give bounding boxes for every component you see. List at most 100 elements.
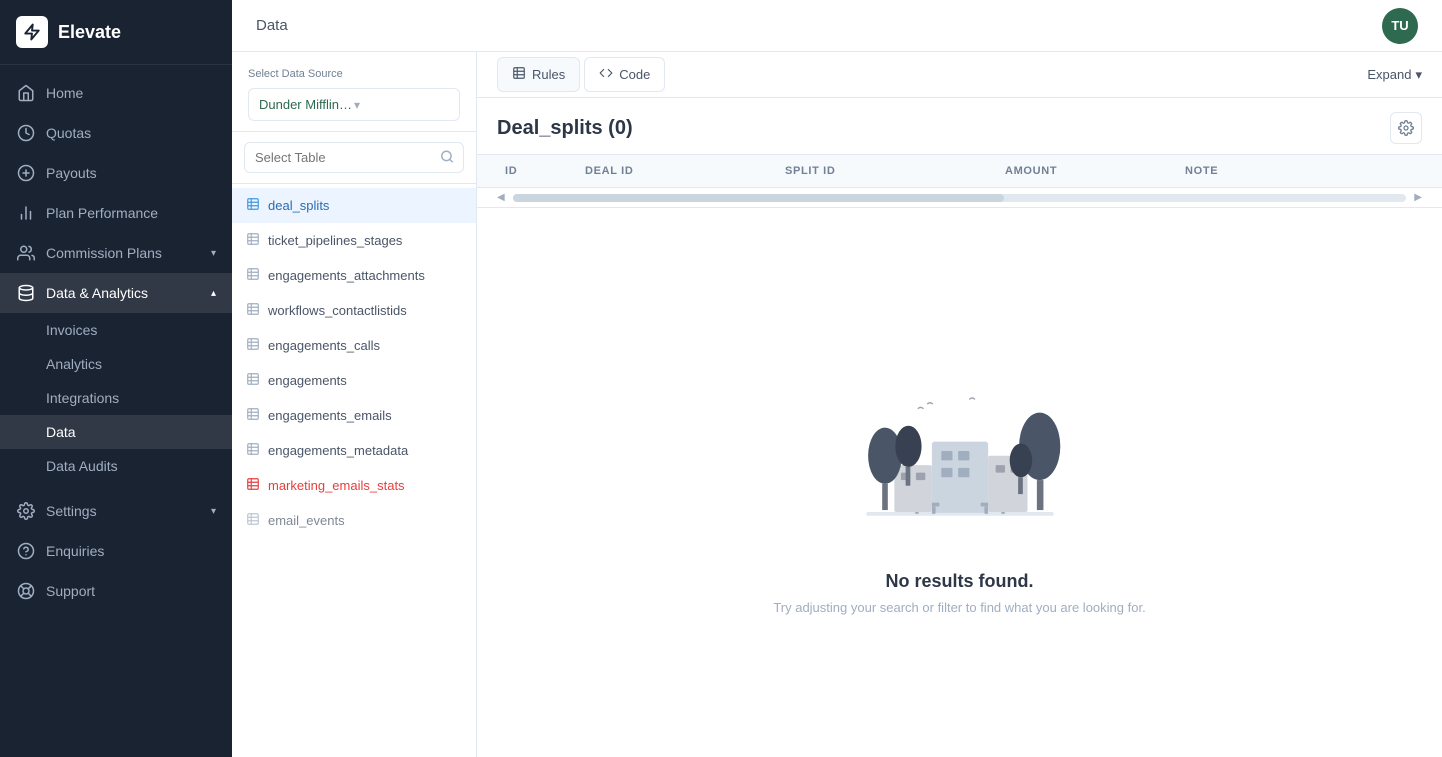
sidebar-nav: Home Quotas Payouts Plan Performance <box>0 65 232 757</box>
table-item-engagements-attachments[interactable]: engagements_attachments <box>232 258 476 293</box>
table-icon <box>246 442 260 459</box>
datasource-select[interactable]: Dunder Mifflin Paper company Hubs... ▾ <box>248 88 460 121</box>
user-avatar[interactable]: TU <box>1382 8 1418 44</box>
table-icon <box>246 372 260 389</box>
left-panel: Select Data Source Dunder Mifflin Paper … <box>232 52 477 757</box>
sidebar-item-label: Payouts <box>46 165 97 181</box>
table-search-input[interactable] <box>244 142 464 173</box>
sidebar-item-enquiries[interactable]: Enquiries <box>0 531 232 571</box>
tab-label: Code <box>619 67 650 82</box>
sidebar-item-payouts[interactable]: Payouts <box>0 153 232 193</box>
table-item-workflows[interactable]: workflows_contactlistids <box>232 293 476 328</box>
empty-state-title: No results found. <box>886 571 1034 592</box>
table-item-marketing-emails[interactable]: marketing_emails_stats <box>232 468 476 503</box>
chevron-down-icon: ▾ <box>354 98 449 112</box>
main-content: Data TU Select Data Source Dunder Miffli… <box>232 0 1442 757</box>
sidebar-sub-integrations[interactable]: Integrations <box>0 381 232 415</box>
expand-label: Expand <box>1367 67 1411 82</box>
table-icon <box>246 512 260 529</box>
sidebar: Elevate Home Quotas Payouts <box>0 0 232 757</box>
commission-icon <box>16 243 36 263</box>
sidebar-sub-label: Analytics <box>46 356 102 372</box>
sidebar-item-plan-performance[interactable]: Plan Performance <box>0 193 232 233</box>
tab-rules[interactable]: Rules <box>497 57 580 92</box>
table-item-email-events[interactable]: email_events <box>232 503 476 538</box>
chart-icon <box>16 203 36 223</box>
col-header-note: NOTE <box>1177 155 1422 187</box>
sidebar-item-label: Plan Performance <box>46 205 158 221</box>
support-icon <box>16 581 36 601</box>
sidebar-item-data-analytics[interactable]: Data & Analytics ▴ <box>0 273 232 313</box>
col-header-id: ID <box>497 155 577 187</box>
empty-state: No results found. Try adjusting your sea… <box>477 208 1442 757</box>
col-header-deal-id: DEAL ID <box>577 155 777 187</box>
table-name: ticket_pipelines_stages <box>268 233 402 248</box>
table-icon <box>246 337 260 354</box>
sidebar-item-label: Data & Analytics <box>46 285 148 301</box>
sidebar-sub-label: Integrations <box>46 390 119 406</box>
sidebar-item-commission-plans[interactable]: Commission Plans ▾ <box>0 233 232 273</box>
table-icon <box>246 232 260 249</box>
table-name: email_events <box>268 513 345 528</box>
datasource-value: Dunder Mifflin Paper company Hubs... <box>259 97 354 112</box>
settings-icon <box>16 501 36 521</box>
table-name: engagements_metadata <box>268 443 408 458</box>
table-item-deal-splits[interactable]: deal_splits <box>232 188 476 223</box>
sidebar-sub-label: Data Audits <box>46 458 118 474</box>
col-header-split-id: SPLIT ID <box>777 155 997 187</box>
sidebar-item-quotas[interactable]: Quotas <box>0 113 232 153</box>
table-settings-button[interactable] <box>1390 112 1422 144</box>
table-title: Deal_splits (0) <box>497 117 633 140</box>
data-table-columns: ID DEAL ID SPLIT ID AMOUNT NOTE <box>477 155 1442 188</box>
payouts-icon <box>16 163 36 183</box>
scroll-left-arrow[interactable]: ◀ <box>497 192 505 203</box>
table-item-engagements-calls[interactable]: engagements_calls <box>232 328 476 363</box>
sidebar-item-label: Support <box>46 583 95 599</box>
table-icon <box>246 477 260 494</box>
chevron-down-icon: ▾ <box>211 248 216 259</box>
code-icon <box>599 66 613 83</box>
tab-code[interactable]: Code <box>584 57 665 92</box>
table-item-engagements-emails[interactable]: engagements_emails <box>232 398 476 433</box>
app-name: Elevate <box>58 22 121 43</box>
sidebar-item-home[interactable]: Home <box>0 73 232 113</box>
search-icon <box>440 149 454 166</box>
right-panel-tabs: Rules Code Expand ▾ <box>477 52 1442 98</box>
table-name: workflows_contactlistids <box>268 303 407 318</box>
sidebar-sub-analytics[interactable]: Analytics <box>0 347 232 381</box>
data-icon <box>16 283 36 303</box>
sidebar-item-label: Enquiries <box>46 543 104 559</box>
table-name: marketing_emails_stats <box>268 478 405 493</box>
table-name: engagements_emails <box>268 408 392 423</box>
table-icon <box>246 407 260 424</box>
sidebar-sub-data[interactable]: Data <box>0 415 232 449</box>
sidebar-item-label: Quotas <box>46 125 91 141</box>
page-title: Data <box>256 17 288 34</box>
rules-icon <box>512 66 526 83</box>
left-panel-header: Select Data Source Dunder Mifflin Paper … <box>232 52 476 132</box>
table-icon <box>246 267 260 284</box>
sidebar-sub-invoices[interactable]: Invoices <box>0 313 232 347</box>
table-item-engagements[interactable]: engagements <box>232 363 476 398</box>
table-name: engagements_attachments <box>268 268 425 283</box>
table-item-engagements-metadata[interactable]: engagements_metadata <box>232 433 476 468</box>
sidebar-item-label: Commission Plans <box>46 245 162 261</box>
sidebar-sub-label: Invoices <box>46 322 97 338</box>
sidebar-item-support[interactable]: Support <box>0 571 232 611</box>
empty-illustration <box>810 351 1110 551</box>
sidebar-item-label: Home <box>46 85 83 101</box>
quotas-icon <box>16 123 36 143</box>
table-item-ticket-pipelines[interactable]: ticket_pipelines_stages <box>232 223 476 258</box>
table-list: deal_splits ticket_pipelines_stages enga… <box>232 184 476 757</box>
sidebar-item-settings[interactable]: Settings ▾ <box>0 491 232 531</box>
col-header-amount: AMOUNT <box>997 155 1177 187</box>
enquiries-icon <box>16 541 36 561</box>
table-icon <box>246 302 260 319</box>
table-icon <box>246 197 260 214</box>
sidebar-sub-data-audits[interactable]: Data Audits <box>0 449 232 483</box>
content-area: Select Data Source Dunder Mifflin Paper … <box>232 52 1442 757</box>
tab-label: Rules <box>532 67 565 82</box>
scroll-right-arrow[interactable]: ▶ <box>1414 192 1422 203</box>
sidebar-sub-label: Data <box>46 424 76 440</box>
expand-button[interactable]: Expand ▾ <box>1367 67 1422 83</box>
